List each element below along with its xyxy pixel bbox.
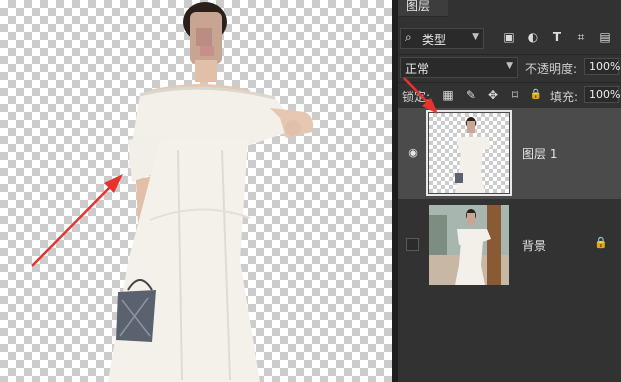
image-filter-icon[interactable]: ▣ [502, 30, 516, 44]
chevron-down-icon: ▼ [472, 32, 479, 42]
filter-kind-label: 类型 [422, 33, 447, 47]
layer-row-background[interactable]: 背景 🔒 [398, 200, 621, 291]
lock-position-icon[interactable]: ✥ [486, 88, 500, 102]
adjustment-filter-icon[interactable]: ◐ [526, 30, 540, 44]
layer-name[interactable]: 图层 1 [522, 145, 557, 162]
blend-row: 正常 ▼ 不透明度: 100% [398, 54, 621, 79]
opacity-label: 不透明度: [525, 62, 578, 76]
lock-all-icon[interactable]: 🔒 [529, 88, 543, 102]
visibility-toggle-empty[interactable] [406, 238, 419, 251]
chevron-down-icon: ▼ [506, 61, 513, 71]
shape-filter-icon[interactable]: ⌗ [574, 30, 588, 44]
layer-thumbnail-image [429, 205, 509, 285]
filter-kind-select[interactable]: ⌕ 类型 ▼ [400, 28, 484, 49]
lock-transparent-icon[interactable]: ▦ [441, 88, 455, 102]
layer-thumbnail[interactable] [429, 205, 509, 285]
fill-label: 填充: [550, 90, 579, 104]
lock-row: 锁定: ▦ ✎ ✥ ⌑ 🔒 填充: 100% [398, 82, 621, 107]
lock-artboard-icon[interactable]: ⌑ [508, 88, 522, 102]
layer-filter-row: ⌕ 类型 ▼ ▣ ◐ T ⌗ ▤ [398, 26, 621, 50]
tab-layers-label: 图层 [406, 0, 431, 13]
lock-paint-icon[interactable]: ✎ [464, 88, 478, 102]
opacity-input[interactable]: 100% [584, 58, 620, 75]
lock-label: 锁定: [402, 90, 431, 104]
lock-icon: 🔒 [594, 236, 608, 249]
layer-thumbnail[interactable] [426, 110, 512, 196]
fill-input[interactable]: 100% [584, 86, 620, 103]
layer-row-layer1[interactable]: ◉ 图层 1 [398, 108, 621, 199]
woman-figure-image [31, 2, 314, 382]
smart-object-filter-icon[interactable]: ▤ [598, 30, 612, 44]
tab-layers[interactable]: 图层 [398, 0, 448, 17]
layer-thumbnail-image [455, 117, 491, 193]
document-canvas[interactable] [0, 0, 392, 382]
type-filter-icon[interactable]: T [550, 30, 564, 44]
eye-icon[interactable]: ◉ [406, 146, 420, 160]
search-icon: ⌕ [405, 30, 412, 44]
layers-panel: 图层 ⌕ 类型 ▼ ▣ ◐ T ⌗ ▤ 正常 ▼ 不透明度: 100% 锁定: … [398, 0, 621, 382]
blend-mode-label: 正常 [405, 62, 430, 76]
blend-mode-select[interactable]: 正常 ▼ [400, 57, 518, 78]
layer-name[interactable]: 背景 [522, 237, 546, 254]
